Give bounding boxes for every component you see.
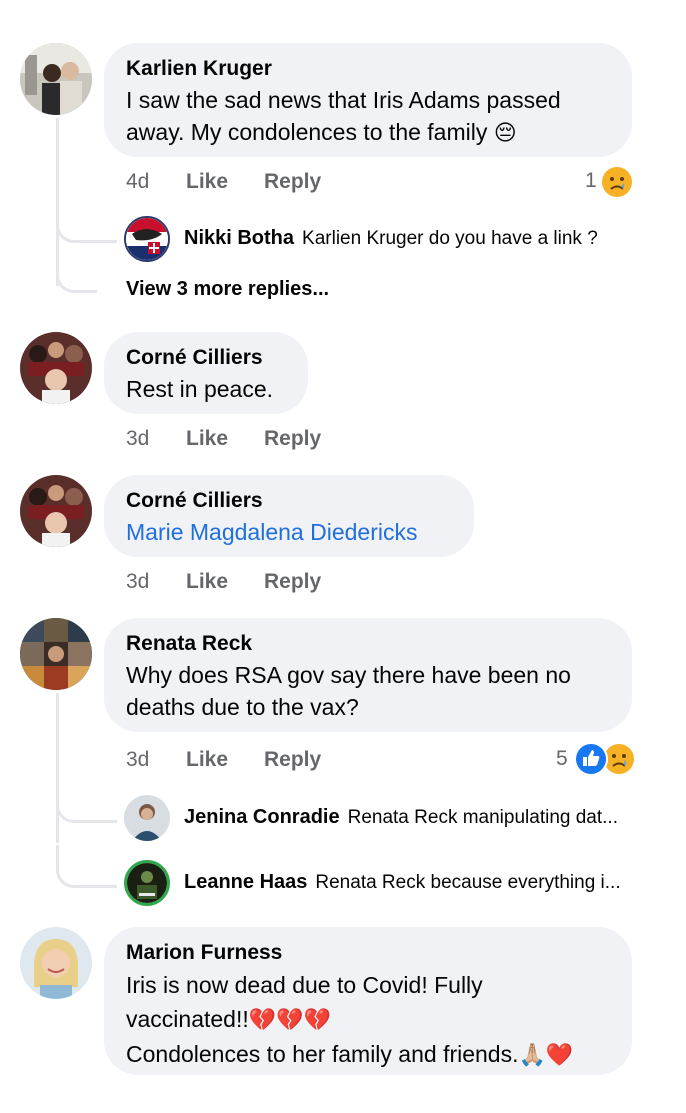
thread-line [56, 693, 59, 843]
avatar-photo [20, 332, 92, 404]
thread-elbow [56, 845, 117, 888]
sad-face-icon[interactable] [600, 165, 634, 199]
avatar[interactable] [124, 795, 170, 841]
avatar-collage [20, 618, 92, 690]
reply-button[interactable]: Reply [264, 427, 321, 451]
mention-link[interactable]: Marie Magdalena Diedericks [126, 516, 417, 548]
thumbs-up-icon[interactable] [574, 742, 608, 776]
reaction-count[interactable]: 1 [585, 169, 597, 193]
like-button[interactable]: Like [186, 570, 264, 594]
pensive-emoji: 😔 [493, 120, 517, 145]
comment-actions: 3d Like Reply [126, 427, 321, 451]
comment-actions: 4d Like Reply [126, 170, 321, 194]
reply-item: Jenina Conradie Renata Reck manipulating… [184, 806, 618, 829]
thread-elbow [56, 200, 117, 243]
reply-button[interactable]: Reply [264, 748, 321, 772]
avatar-photo [20, 475, 92, 547]
avatar[interactable] [20, 332, 92, 404]
reply-author[interactable]: Jenina Conradie [184, 806, 340, 829]
reply-item: Leanne Haas Renata Reck because everythi… [184, 871, 621, 894]
comment-text: Why does RSA gov say there have been no … [126, 662, 571, 720]
timestamp[interactable]: 3d [126, 570, 186, 594]
avatar[interactable] [20, 927, 92, 999]
avatar[interactable] [20, 618, 92, 690]
avatar-photo [20, 927, 92, 999]
timestamp[interactable]: 3d [126, 427, 186, 451]
timestamp[interactable]: 4d [126, 170, 186, 194]
avatar[interactable] [124, 216, 170, 262]
comment-author[interactable]: Renata Reck [126, 632, 252, 656]
comment-author[interactable]: Karlien Kruger [126, 57, 272, 81]
reply-text[interactable]: Karlien Kruger do you have a link ? [302, 228, 598, 250]
comment-text: Rest in peace. [126, 376, 274, 402]
like-button[interactable]: Like [186, 427, 264, 451]
thread-elbow [56, 780, 117, 823]
comment-actions: 3d Like Reply [126, 570, 321, 594]
reply-button[interactable]: Reply [264, 170, 321, 194]
comment-text: Iris is now dead due to Covid! Fully vac… [126, 972, 574, 1067]
avatar[interactable] [20, 475, 92, 547]
like-button[interactable]: Like [186, 748, 264, 772]
timestamp[interactable]: 3d [126, 748, 186, 772]
avatar[interactable] [20, 43, 92, 115]
praying-hands-heart-emoji: 🙏🏼❤️ [518, 1042, 574, 1067]
avatar-photo [127, 863, 167, 903]
like-button[interactable]: Like [186, 170, 264, 194]
reply-author[interactable]: Leanne Haas [184, 871, 307, 894]
reply-text[interactable]: Renata Reck manipulating dat... [348, 807, 618, 829]
comment-author[interactable]: Marion Furness [126, 941, 282, 965]
reply-author[interactable]: Nikki Botha [184, 227, 294, 250]
thread-elbow [56, 250, 97, 293]
view-more-replies-link[interactable]: View 3 more replies... [126, 278, 329, 301]
comment-author[interactable]: Corné Cilliers [126, 489, 263, 513]
reply-item: Nikki Botha Karlien Kruger do you have a… [184, 227, 598, 250]
broken-heart-emoji: 💔💔💔 [248, 1007, 331, 1032]
comment-author[interactable]: Corné Cilliers [126, 346, 263, 370]
avatar-photo [124, 795, 170, 841]
reply-button[interactable]: Reply [264, 570, 321, 594]
avatar-photo [20, 43, 92, 115]
reply-text[interactable]: Renata Reck because everything i... [315, 872, 620, 894]
flag-avatar-icon [126, 218, 168, 260]
comment-actions: 3d Like Reply [126, 748, 321, 772]
comment-text: I saw the sad news that Iris Adams passe… [126, 87, 561, 145]
reaction-count[interactable]: 5 [556, 747, 568, 771]
avatar[interactable] [124, 860, 170, 906]
